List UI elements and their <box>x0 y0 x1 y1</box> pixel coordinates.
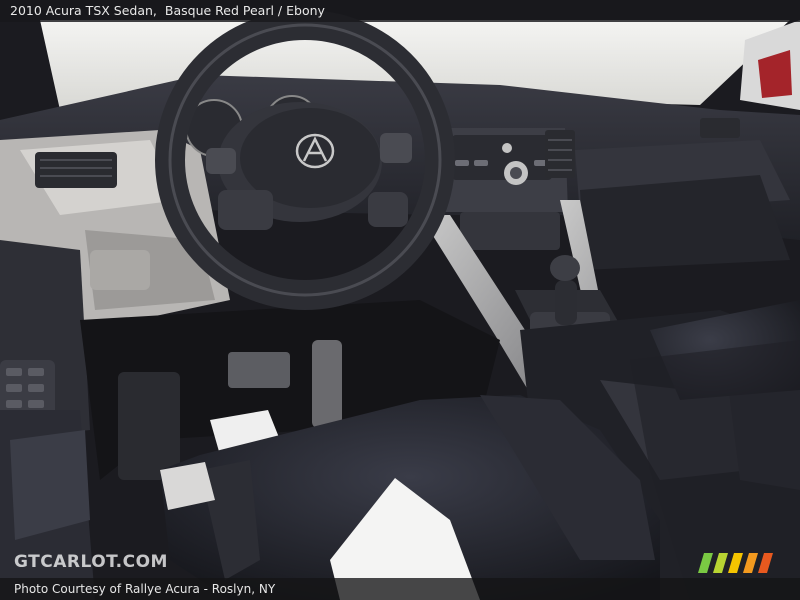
photo-caption: 2010 Acura TSX Sedan, Basque Red Pearl / … <box>0 0 800 22</box>
site-watermark: GTCARLOT.COM <box>14 552 168 572</box>
logo-stripe <box>713 553 728 573</box>
stripes-logo-icon <box>698 553 773 573</box>
photo-viewer: 2010 Acura TSX Sedan, Basque Red Pearl / … <box>0 0 800 600</box>
vehicle-color: Basque Red Pearl / Ebony <box>164 3 325 18</box>
photo-credit: Photo Courtesy of Rallye Acura - Roslyn,… <box>0 578 800 600</box>
vehicle-title: 2010 Acura TSX Sedan, <box>10 3 157 18</box>
logo-stripe <box>758 553 773 573</box>
logo-stripe <box>698 553 713 573</box>
logo-stripe <box>743 553 758 573</box>
car-interior-photo <box>0 0 800 600</box>
logo-stripe <box>728 553 743 573</box>
